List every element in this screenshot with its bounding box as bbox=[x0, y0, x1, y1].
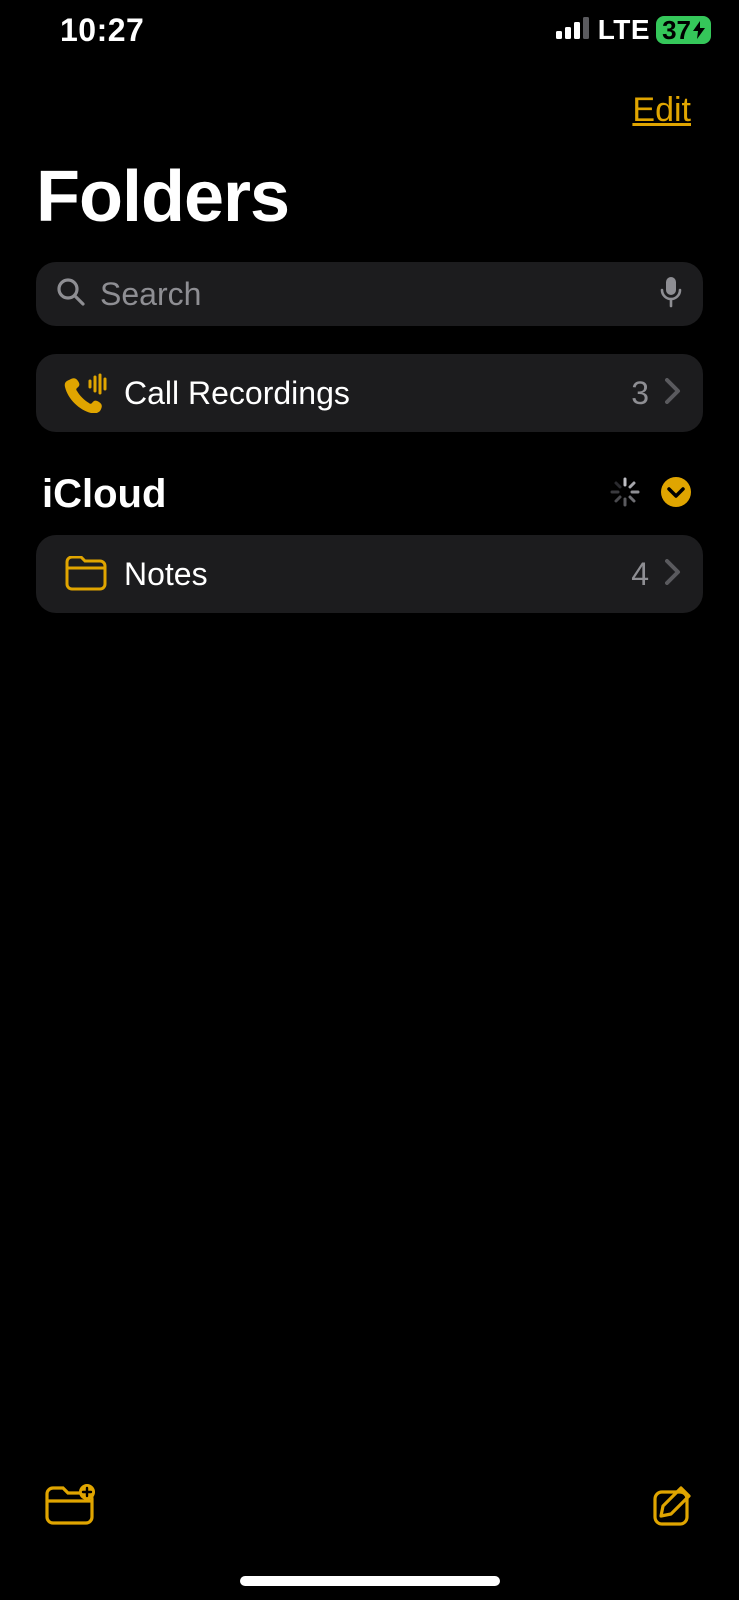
phone-wave-icon bbox=[64, 373, 124, 413]
search-input[interactable] bbox=[100, 276, 645, 313]
search-bar[interactable] bbox=[36, 262, 703, 326]
section-title: iCloud bbox=[42, 472, 166, 517]
compose-note-button[interactable] bbox=[651, 1484, 695, 1533]
folder-icon bbox=[64, 556, 124, 592]
folder-row-call-recordings[interactable]: Call Recordings 3 bbox=[36, 354, 703, 432]
loading-spinner-icon bbox=[609, 476, 641, 513]
mic-icon[interactable] bbox=[659, 276, 683, 313]
nav-bar: Edit bbox=[0, 60, 739, 140]
battery-indicator: 37 bbox=[656, 16, 711, 44]
battery-percent-label: 37 bbox=[662, 16, 691, 44]
network-type-label: LTE bbox=[598, 14, 650, 46]
folder-row-notes[interactable]: Notes 4 bbox=[36, 535, 703, 613]
status-right: LTE 37 bbox=[556, 14, 711, 46]
folder-row-count: 4 bbox=[631, 556, 649, 593]
quick-folders-group: Call Recordings 3 bbox=[0, 354, 739, 432]
chevron-right-icon bbox=[665, 378, 681, 409]
new-folder-button[interactable] bbox=[44, 1484, 96, 1533]
folder-row-label: Call Recordings bbox=[124, 375, 631, 412]
folder-row-count: 3 bbox=[631, 375, 649, 412]
status-bar: 10:27 LTE 37 bbox=[0, 0, 739, 60]
page-title: Folders bbox=[0, 140, 739, 262]
chevron-right-icon bbox=[665, 559, 681, 590]
search-bar-container bbox=[0, 262, 739, 354]
search-icon bbox=[56, 277, 86, 312]
folder-row-label: Notes bbox=[124, 556, 631, 593]
edit-button[interactable]: Edit bbox=[632, 91, 691, 130]
collapse-toggle-button[interactable] bbox=[661, 477, 691, 512]
bolt-icon bbox=[693, 21, 705, 39]
home-indicator[interactable] bbox=[240, 1576, 500, 1586]
cellular-signal-icon bbox=[556, 17, 592, 44]
section-header-icloud: iCloud bbox=[0, 432, 739, 535]
icloud-folders-group: Notes 4 bbox=[0, 535, 739, 613]
status-time: 10:27 bbox=[60, 12, 144, 49]
